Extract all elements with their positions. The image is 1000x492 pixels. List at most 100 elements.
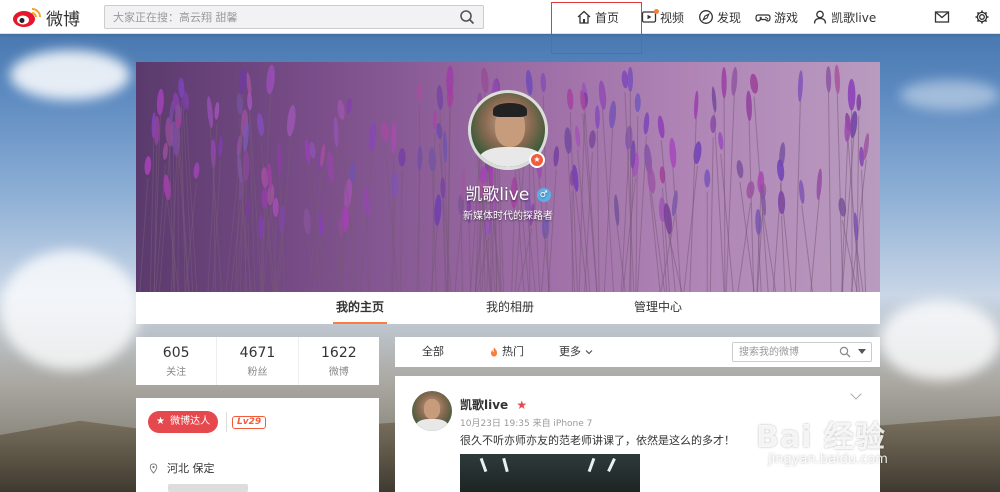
- user-icon: [813, 10, 827, 24]
- level-badge[interactable]: Lv29: [232, 416, 267, 429]
- lavender-flower: [337, 99, 345, 120]
- annotation-highlight-box: [551, 2, 642, 54]
- lavender-flower: [156, 88, 164, 116]
- filter-more[interactable]: 更多: [559, 337, 594, 367]
- gear-icon[interactable]: [974, 9, 990, 25]
- post-text: 很久不听亦师亦友的范老师讲课了，依然是这么的多才！: [460, 434, 735, 447]
- compass-icon: [699, 10, 713, 24]
- avatar-face: [424, 399, 440, 419]
- post-meta[interactable]: 10月23日 19:35 来自 iPhone 7: [460, 416, 592, 429]
- nav-profile[interactable]: 凯歌live: [812, 0, 876, 34]
- nav-discover[interactable]: 发现: [698, 0, 741, 34]
- lavender-flower: [398, 148, 406, 167]
- lavender-flower: [481, 67, 489, 94]
- lavender-flower: [368, 122, 377, 152]
- stat-fans[interactable]: 4671 粉丝: [217, 337, 299, 385]
- global-search-input[interactable]: [105, 6, 445, 28]
- male-gender-icon: ♂: [536, 188, 551, 202]
- weibo-logo[interactable]: 微博: [10, 4, 80, 30]
- search-icon[interactable]: [459, 9, 475, 25]
- post-author[interactable]: 凯歌live ★: [460, 396, 527, 413]
- my-weibo-search-input[interactable]: [733, 343, 833, 361]
- stat-following[interactable]: 605 关注: [136, 337, 218, 385]
- lavender-flower: [178, 77, 185, 98]
- post-menu-chevron-icon[interactable]: [850, 388, 862, 400]
- lavender-flower: [693, 141, 702, 165]
- top-navigation-bar: 微博 首页 视频 发现: [0, 0, 1000, 34]
- stat-fans-label: 粉丝: [247, 367, 268, 378]
- weibo-talent-button[interactable]: ★ 微博达人: [148, 411, 218, 433]
- stat-posts-count: 1622: [321, 345, 357, 361]
- lavender-stem: [460, 217, 463, 292]
- lavender-flower: [847, 78, 856, 111]
- divider: [226, 412, 227, 432]
- lavender-flower: [381, 121, 390, 142]
- lavender-flower: [214, 101, 220, 120]
- nav-games[interactable]: 游戏: [755, 0, 798, 34]
- lavender-stem: [274, 220, 277, 292]
- nav-video[interactable]: 视频: [641, 0, 684, 34]
- mail-icon[interactable]: [934, 9, 950, 25]
- stat-following-count: 605: [162, 345, 190, 361]
- lavender-flower: [428, 147, 437, 172]
- watermark-url: jingyan.baidu.com: [768, 452, 888, 467]
- topbar-right-icons: [910, 0, 990, 34]
- cloud: [10, 50, 130, 100]
- cloud: [880, 300, 1000, 380]
- talent-star-icon: ★: [516, 398, 528, 412]
- cloud: [900, 80, 1000, 110]
- profile-bio: 新媒体时代的探路者: [463, 211, 553, 222]
- lavender-flower: [218, 135, 223, 159]
- filter-more-label: 更多: [559, 345, 581, 358]
- logo-text: 微博: [46, 9, 80, 30]
- profile-info-card: ★ 微博达人 Lv29 河北 保定: [136, 398, 379, 492]
- my-weibo-search-box: [732, 342, 872, 362]
- stat-fans-count: 4671: [239, 345, 276, 361]
- search-icon[interactable]: [839, 346, 851, 358]
- filter-all[interactable]: 全部: [422, 337, 444, 367]
- lavender-flower: [598, 80, 607, 110]
- avatar-hair: [493, 103, 527, 117]
- lavender-flower: [731, 67, 738, 96]
- lavender-flower: [863, 132, 870, 160]
- post-author-avatar[interactable]: [412, 391, 452, 431]
- stat-posts[interactable]: 1622 微博: [299, 337, 379, 385]
- info-row-partial: [148, 484, 268, 492]
- lavender-flower: [643, 112, 650, 135]
- lavender-flower: [657, 115, 665, 139]
- lavender-flower: [287, 104, 296, 137]
- lavender-flower: [144, 156, 152, 176]
- gamepad-icon: [755, 14, 771, 22]
- lavender-flower: [326, 151, 335, 183]
- lavender-flower: [442, 130, 448, 163]
- location-text: 河北 保定: [167, 462, 215, 475]
- filter-hot-label: 热门: [502, 345, 524, 358]
- lavender-flower: [595, 105, 600, 130]
- star-icon: ★: [156, 416, 165, 427]
- post-image[interactable]: [460, 454, 640, 492]
- lavender-flower: [346, 97, 352, 115]
- lavender-flower: [750, 73, 759, 94]
- lavender-flower: [436, 123, 443, 140]
- filter-hot[interactable]: 热门: [489, 337, 524, 367]
- weibo-talent-label: 微博达人: [170, 416, 211, 427]
- lavender-flower: [277, 142, 282, 174]
- watermark-logo: Bai 经验: [756, 420, 886, 455]
- tab-my-album[interactable]: 我的相册: [482, 292, 538, 324]
- lavender-flower: [589, 130, 596, 149]
- lavender-flower: [669, 137, 677, 168]
- search-dropdown-icon[interactable]: [858, 349, 866, 354]
- lavender-flower: [436, 84, 444, 111]
- lavender-flower: [236, 134, 243, 157]
- lavender-flower: [575, 125, 581, 148]
- lavender-flower: [797, 70, 803, 102]
- chevron-down-icon: [585, 350, 593, 355]
- tab-management-center[interactable]: 管理中心: [630, 292, 686, 324]
- nav-discover-label: 发现: [717, 10, 742, 25]
- profile-tabs: 我的主页 我的相册 管理中心: [136, 292, 880, 324]
- lavender-flower: [844, 114, 851, 143]
- lavender-flower: [694, 90, 699, 120]
- nav-games-label: 游戏: [774, 10, 799, 25]
- tab-my-home[interactable]: 我的主页: [333, 292, 387, 324]
- verified-badge-icon: ★: [529, 152, 545, 168]
